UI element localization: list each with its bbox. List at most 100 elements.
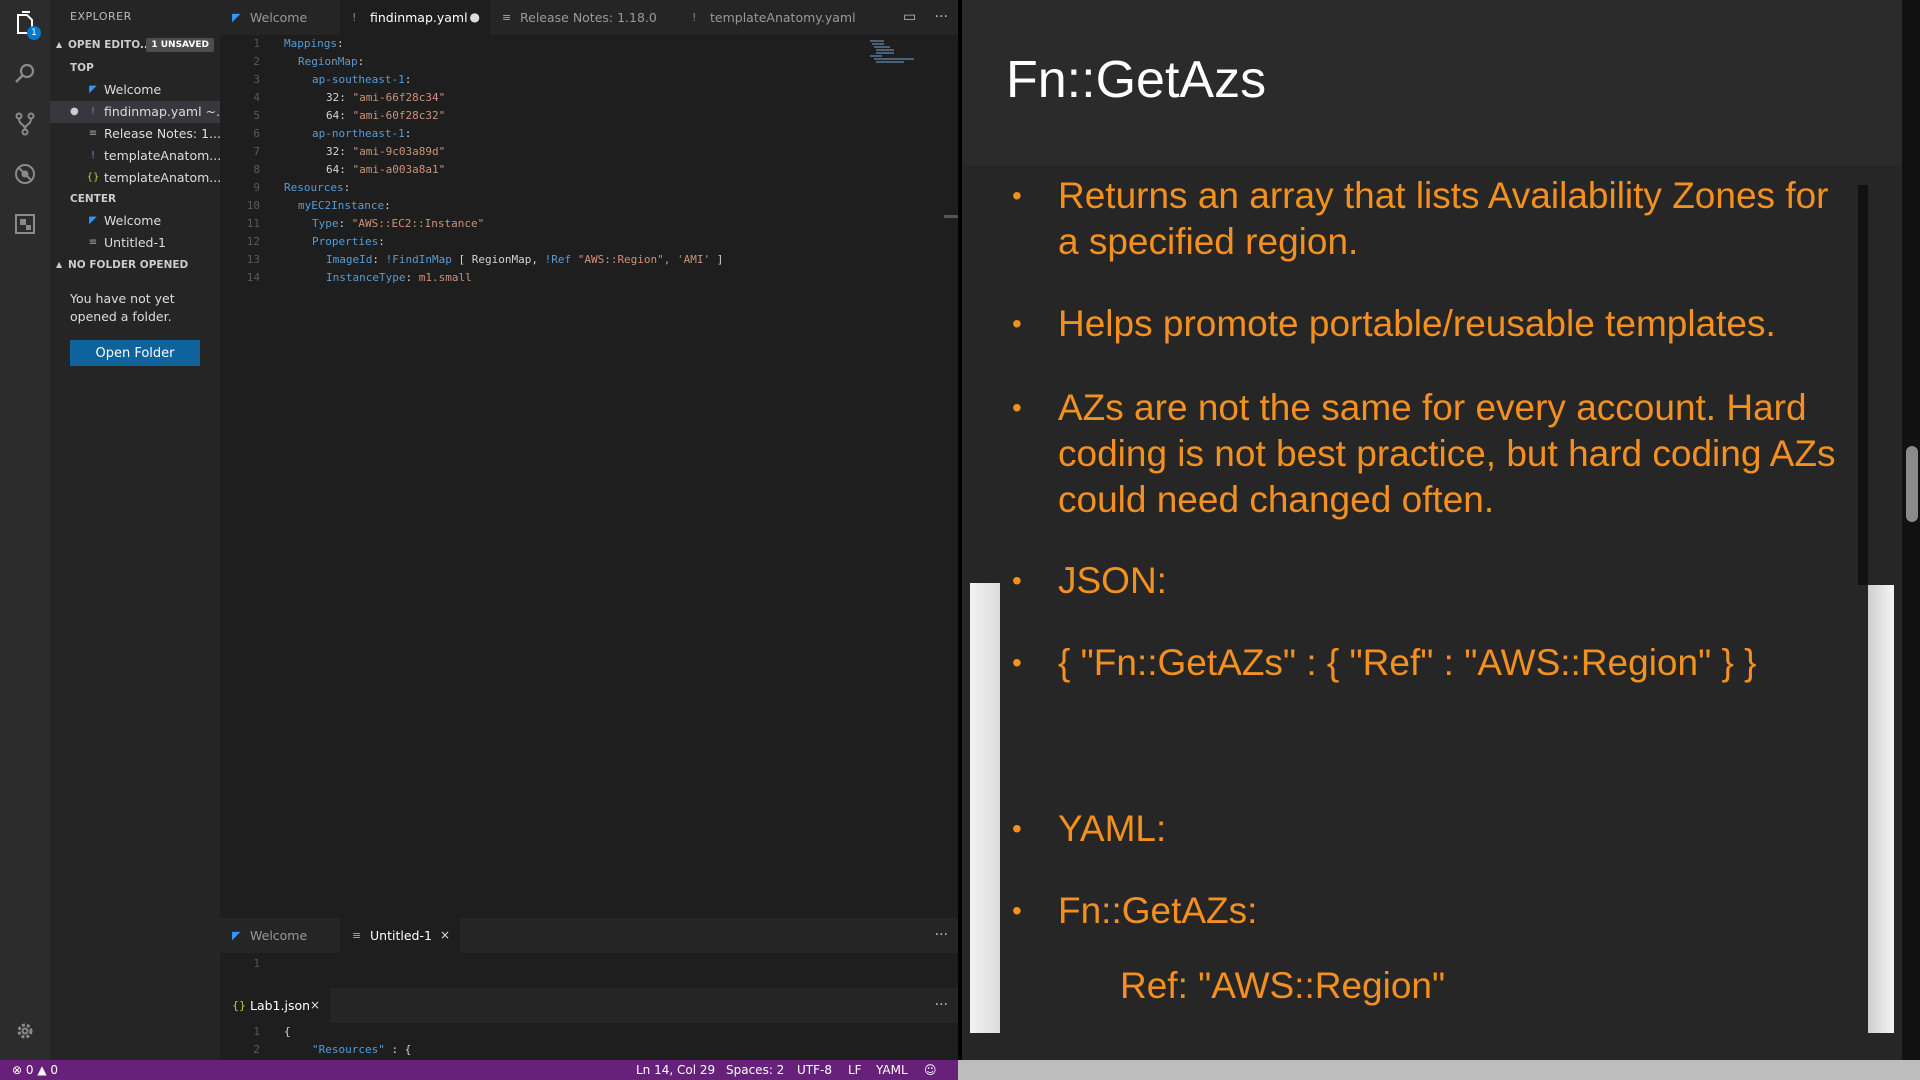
open-editor-item[interactable]: {} templateAnatom... [50,167,220,189]
open-folder-button[interactable]: Open Folder [70,340,200,366]
doc-icon: ≡ [502,11,512,24]
open-editor-item[interactable]: ≡ Release Notes: 1.... [50,123,220,145]
line-number: 2 [253,55,260,68]
close-icon[interactable]: × [310,988,320,1023]
bullet-icon: • [1012,647,1022,678]
code-line: Mappings: [284,37,344,50]
slide-scrollbar[interactable] [1902,0,1920,1080]
slide-scroll-thumb[interactable] [1906,446,1918,522]
line-number: 13 [246,253,260,266]
code-editor-middle[interactable]: 1 [220,957,958,987]
line-number: 14 [246,271,260,284]
code-editor-bottom[interactable]: 1 2 { "Resources" : { [220,1025,958,1060]
tab-findinmap[interactable]: ! findinmap.yaml ● [340,0,490,35]
editor-tabbar-middle: ◤ Welcome ≡ Untitled-1 × ··· [220,918,958,953]
line-number: 6 [253,127,260,140]
tab-template-anatomy[interactable]: ! templateAnatomy.yaml [680,0,880,35]
open-editor-label: Welcome [104,213,162,228]
problems-indicator[interactable]: ⊗ 0 ▲ 0 [12,1060,58,1080]
code-line: { [284,1025,291,1038]
code-line: "Resources" : { [312,1043,412,1056]
line-number: 10 [246,199,260,212]
tab-release-notes[interactable]: ≡ Release Notes: 1.18.0 [490,0,680,35]
more-icon[interactable]: ··· [935,918,948,953]
tab-actions: ▭ ··· [903,0,948,35]
yaml-icon: ! [692,11,697,24]
close-icon[interactable]: × [440,918,450,953]
tab-lab1-json[interactable]: {} Lab1.json × [220,988,330,1023]
vscode-window: 1 EXPLORER ▲ OPEN EDITO... 1 UNSAVED TOP… [0,0,958,1080]
bullet-icon: • [1012,180,1022,211]
open-editors-header[interactable]: ▲ OPEN EDITO... 1 UNSAVED [50,35,220,55]
chevron-down-icon: ▲ [56,40,63,49]
bullet-text: Returns an array that lists Availability… [1058,175,1829,262]
gear-icon[interactable] [9,1015,41,1047]
language-mode[interactable]: YAML [876,1060,908,1080]
bullet-icon: • [1012,308,1022,339]
bullet-icon: • [1012,895,1022,926]
files-icon[interactable]: 1 [9,8,41,40]
bullet-text: Helps promote portable/reusable template… [1058,303,1776,344]
editor-group-center: CENTER [70,193,117,205]
bullet-text: Fn::GetAZs: [1058,890,1258,931]
cursor-position[interactable]: Ln 14, Col 29 [636,1060,715,1080]
debug-icon[interactable] [9,158,41,190]
bullet-icon: • [1012,565,1022,596]
slide: Fn::GetAzs • Returns an array that lists… [962,0,1902,1060]
slide-viewer: Fn::GetAzs • Returns an array that lists… [958,0,1920,1080]
no-folder-message: You have not yet opened a folder. [70,291,175,324]
line-number: 11 [246,217,260,230]
slide-sub-line: Ref: "AWS::Region" [1120,965,1446,1006]
vscode-icon: ◤ [89,215,97,226]
code-line: 64: "ami-a003a8a1" [326,163,446,176]
indentation[interactable]: Spaces: 2 [726,1060,784,1080]
extensions-icon[interactable] [9,208,41,240]
bullet-text: { "Fn::GetAZs" : { "Ref" : "AWS::Region"… [1058,642,1757,683]
search-icon[interactable] [9,58,41,90]
slide-edge-right [1868,585,1894,1033]
tab-welcome[interactable]: ◤ Welcome [220,918,340,953]
editor-scrollbar[interactable] [944,215,958,218]
code-editor-top[interactable]: 1 2 3 4 5 6 7 8 9 10 11 12 13 14 Mapping… [220,37,958,284]
tab-label: templateAnatomy.yaml [710,10,856,25]
bullet-text: AZs are not the same for every account. … [1058,387,1836,520]
activity-bar: 1 [0,0,50,1060]
tab-welcome[interactable]: ◤ Welcome [220,0,340,35]
line-number: 9 [253,181,260,194]
tab-untitled[interactable]: ≡ Untitled-1 × [340,918,460,953]
minimap[interactable] [870,38,928,64]
tab-label: Release Notes: 1.18.0 [520,10,657,25]
open-editor-item[interactable]: ! templateAnatom... [50,145,220,167]
doc-icon: ≡ [88,128,98,139]
slide-title: Fn::GetAzs [1006,51,1267,109]
open-editors-label: OPEN EDITO... [68,39,152,51]
open-editor-item[interactable]: ◤ Welcome [50,210,220,232]
line-number: 3 [253,73,260,86]
open-editor-label: Release Notes: 1.... [104,126,220,141]
open-editor-item[interactable]: ● ! findinmap.yaml ~... [50,101,220,123]
explorer-sidebar: EXPLORER ▲ OPEN EDITO... 1 UNSAVED TOP ◤… [50,0,220,1060]
doc-icon: ≡ [88,237,98,248]
line-number: 5 [253,109,260,122]
line-number: 12 [246,235,260,248]
source-control-icon[interactable] [9,108,41,140]
tab-label: Welcome [250,928,308,943]
unsaved-badge: 1 UNSAVED [146,38,214,52]
json-icon: {} [232,999,246,1012]
explorer-title: EXPLORER [70,10,132,23]
line-number: 1 [253,1025,260,1038]
encoding[interactable]: UTF-8 [797,1060,832,1080]
feedback-icon[interactable]: ☺ [924,1060,937,1080]
open-editor-item[interactable]: ≡ Untitled-1 [50,232,220,254]
more-icon[interactable]: ··· [935,988,948,1023]
tab-label: Untitled-1 [370,928,432,943]
open-editor-label: Untitled-1 [104,235,166,250]
bullet-text: JSON: [1058,560,1167,601]
yaml-icon: ! [90,106,95,117]
split-editor-icon[interactable]: ▭ [903,9,916,25]
open-editor-item[interactable]: ◤ Welcome [50,79,220,101]
line-ending[interactable]: LF [848,1060,862,1080]
more-icon[interactable]: ··· [935,9,948,25]
unsaved-dot-icon[interactable]: ● [470,0,480,35]
no-folder-header[interactable]: ▲ NO FOLDER OPENED [50,255,220,275]
